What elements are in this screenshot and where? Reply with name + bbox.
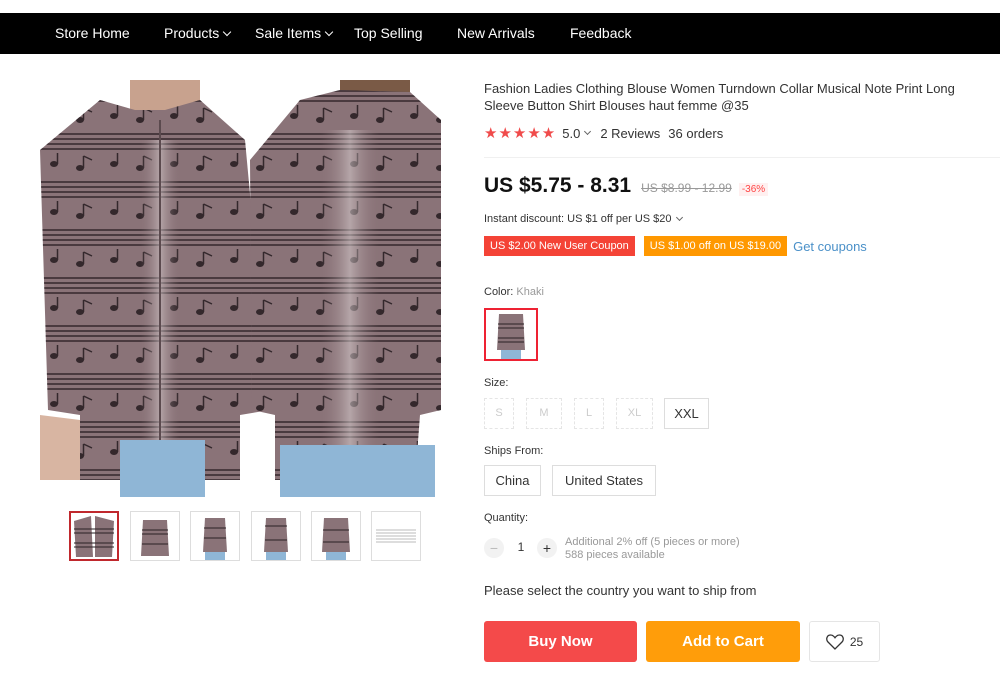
size-option-xl[interactable]: XL	[616, 398, 653, 429]
reviews-link[interactable]: 2 Reviews	[600, 126, 660, 141]
color-label: Color: Khaki	[484, 286, 544, 298]
quantity-note: Additional 2% off (5 pieces or more) 588…	[565, 536, 740, 562]
get-coupons-link[interactable]: Get coupons	[793, 239, 867, 254]
quantity-label: Quantity:	[484, 512, 529, 524]
stock-note: 588 pieces available	[565, 549, 665, 561]
chevron-down-icon	[675, 213, 683, 222]
chevron-down-icon	[324, 27, 334, 37]
wishlist-count: 25	[849, 634, 864, 649]
thumbnail-1[interactable]	[69, 511, 119, 561]
current-price: US $5.75 - 8.31	[484, 174, 632, 197]
nav-label: New Arrivals	[457, 25, 535, 41]
store-nav-bar: Store Home Products Sale Items Top Selli…	[0, 13, 1000, 54]
color-label-text: Color:	[484, 286, 514, 298]
thumbnail-3[interactable]	[190, 511, 240, 561]
color-swatch-khaki[interactable]	[484, 308, 538, 361]
thumbnail-4[interactable]	[251, 511, 301, 561]
star-rating-icon: ★★★★★	[484, 125, 557, 142]
size-option-m[interactable]: M	[526, 398, 562, 429]
original-price: US $8.99 - 12.99	[641, 181, 732, 195]
price-row: US $5.75 - 8.31 US $8.99 - 12.99 -36%	[484, 174, 769, 198]
instant-discount[interactable]: Instant discount: US $1 off per US $20	[484, 213, 683, 225]
new-user-coupon[interactable]: US $2.00 New User Coupon	[484, 236, 635, 256]
color-value: Khaki	[516, 286, 544, 298]
thumbnail-2[interactable]	[130, 511, 180, 561]
thumbnail-5[interactable]	[311, 511, 361, 561]
product-title: Fashion Ladies Clothing Blouse Women Tur…	[484, 81, 955, 113]
size-option-l[interactable]: L	[574, 398, 604, 429]
size-chart-thumbnail	[372, 512, 420, 560]
heart-icon	[825, 633, 844, 650]
thumbnail-6-size-chart[interactable]	[371, 511, 421, 561]
nav-feedback[interactable]: Feedback	[570, 13, 631, 54]
bulk-discount-note: Additional 2% off (5 pieces or more)	[565, 536, 740, 548]
nav-label: Store Home	[55, 25, 130, 41]
size-option-s[interactable]: S	[484, 398, 514, 429]
store-coupon[interactable]: US $1.00 off on US $19.00	[643, 236, 788, 256]
coupon-row: US $2.00 New User Coupon US $1.00 off on…	[484, 236, 867, 256]
increase-quantity-button[interactable]: +	[537, 538, 557, 558]
thumbnail-image	[252, 512, 300, 560]
thumbnail-image	[131, 512, 179, 560]
size-option-xxl[interactable]: XXL	[664, 398, 709, 429]
blouse-photo	[40, 80, 441, 497]
nav-label: Feedback	[570, 25, 632, 41]
discount-badge: -36%	[738, 183, 769, 196]
color-swatch-image	[486, 310, 536, 359]
nav-top-selling[interactable]: Top Selling	[354, 13, 423, 54]
wishlist-button[interactable]: 25	[809, 621, 880, 662]
nav-label: Products	[164, 25, 220, 41]
orders-count: 36 orders	[668, 125, 724, 141]
chevron-down-icon	[223, 27, 232, 37]
quantity-value[interactable]: 1	[515, 540, 527, 554]
rating-row: ★★★★★ 5.0 2 Reviews 36 orders	[484, 125, 724, 142]
size-label: Size:	[484, 377, 509, 389]
decrease-quantity-button[interactable]: −	[484, 538, 504, 558]
nav-label: Top Selling	[354, 25, 423, 41]
ship-country-message: Please select the country you want to sh…	[484, 583, 757, 598]
thumbnail-image	[191, 512, 239, 560]
nav-new-arrivals[interactable]: New Arrivals	[457, 13, 535, 54]
thumbnail-image	[312, 512, 360, 560]
ships-from-label: Ships From:	[484, 445, 544, 457]
chevron-down-icon	[584, 127, 592, 135]
nav-store-home[interactable]: Store Home	[55, 13, 130, 54]
ships-from-united-states[interactable]: United States	[552, 465, 656, 496]
ships-from-china[interactable]: China	[484, 465, 541, 496]
nav-label: Sale Items	[255, 25, 322, 41]
nav-products[interactable]: Products	[164, 13, 232, 54]
buy-now-button[interactable]: Buy Now	[484, 621, 637, 662]
nav-sale-items[interactable]: Sale Items	[255, 13, 334, 54]
instant-discount-text: Instant discount: US $1 off per US $20	[484, 213, 672, 225]
thumbnail-image	[71, 513, 117, 559]
rating-value[interactable]: 5.0	[562, 126, 580, 141]
add-to-cart-button[interactable]: Add to Cart	[646, 621, 800, 662]
main-product-image[interactable]	[40, 80, 441, 497]
divider	[484, 157, 1000, 158]
